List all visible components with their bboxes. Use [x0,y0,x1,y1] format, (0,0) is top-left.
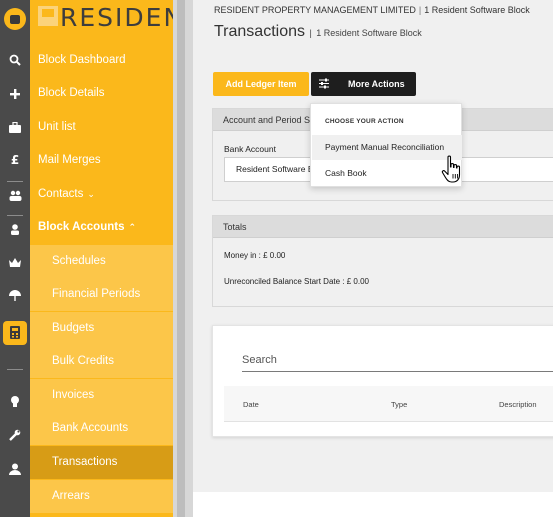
totals-heading: Totals [213,216,553,238]
briefcase-icon[interactable] [0,117,30,137]
sidebar-item-mail-merges[interactable]: Mail Merges [30,144,173,177]
sidebar-item-label: Bank Accounts [52,422,129,434]
search-input[interactable] [242,348,553,372]
more-actions-button[interactable]: More Actions [311,72,416,96]
people-icon[interactable] [0,185,30,205]
sidebar-item-block-dashboard[interactable]: Block Dashboard [30,44,173,77]
sidebar-item-label: Arrears [52,490,90,502]
bulb-icon[interactable] [0,391,30,411]
user-icon[interactable] [0,459,30,479]
sidebar-item-unit-list[interactable]: Unit list [30,111,173,144]
sidebar-item-label: Bulk Credits [52,355,114,367]
plus-icon[interactable] [0,84,30,104]
sidebar-item-bank-accounts[interactable]: Bank Accounts [30,412,173,445]
page-title-block: 1 Resident Software Block [316,28,422,38]
sidebar-item-contacts[interactable]: Contacts ⌄ [30,178,173,211]
rail-divider [7,215,23,216]
sidebar-item-budgets[interactable]: Budgets [30,312,173,345]
sidebar-item-transactions[interactable]: Transactions [30,446,173,479]
breadcrumb-divider: | [418,5,422,15]
sidebar-item-label: Block Details [38,87,105,99]
sidebar-scrollbar[interactable] [173,0,193,517]
more-actions-dropdown: CHOOSE YOUR ACTION Payment Manual Reconc… [310,103,462,187]
sidebar-item-block-accounts[interactable]: Block Accounts ⌃ [30,211,173,244]
pound-icon[interactable]: £ [0,150,30,170]
rail-divider [7,369,23,370]
sidebar: RESIDENT Block Dashboard Block Details U… [30,0,199,517]
icon-rail: £ [0,0,30,517]
search-icon[interactable] [0,50,30,70]
column-header-type[interactable]: Type [391,400,407,409]
dropdown-heading: CHOOSE YOUR ACTION [325,118,404,125]
sidebar-item-label: Contacts [38,188,84,200]
sidebar-item-schedules[interactable]: Schedules [30,245,173,278]
table-header: Date Type Description [224,386,553,422]
chevron-down-icon: ⌄ [87,189,95,199]
more-actions-label: More Actions [348,79,405,89]
person-badge-icon[interactable] [0,219,30,239]
logo-icon[interactable] [4,8,26,30]
sliders-icon [319,78,329,89]
sidebar-item-financial-periods[interactable]: Financial Periods [30,278,173,311]
brand-logo[interactable]: RESIDENT [30,0,199,36]
sidebar-item-label: Unit list [38,121,76,133]
sidebar-item-bulk-credits[interactable]: Bulk Credits [30,345,173,378]
money-in-value: Money in : £ 0.00 [224,251,286,260]
totals-panel: Totals Money in : £ 0.00 Unreconciled Ba… [212,215,553,307]
sidebar-item-block-details[interactable]: Block Details [30,77,173,110]
brand-mark-icon [38,6,58,26]
transactions-table-card: Date Type Description [212,325,553,437]
sidebar-item-label: Financial Periods [52,288,141,300]
breadcrumb-block[interactable]: 1 Resident Software Block [424,5,530,15]
page-title-divider: | [309,28,312,38]
wrench-icon[interactable] [0,425,30,445]
hand-cursor-icon [441,155,461,183]
sidebar-item-label: Mail Merges [38,154,101,166]
column-header-description[interactable]: Description [499,400,537,409]
rail-divider [7,181,23,182]
sidebar-item-label: Invoices [52,389,95,401]
menu-item-payment-manual-reconciliation[interactable]: Payment Manual Reconciliation [312,135,462,160]
main-content: RESIDENT PROPERTY MANAGEMENT LIMITED | 1 R… [193,0,553,517]
add-ledger-item-button[interactable]: Add Ledger Item [213,72,309,96]
breadcrumb: RESIDENT PROPERTY MANAGEMENT LIMITED | 1 R… [214,5,530,15]
umbrella-icon[interactable] [0,286,30,306]
calculator-icon[interactable] [3,321,27,345]
chevron-up-icon: ⌃ [128,222,137,232]
sidebar-item-label: Block Accounts [38,221,125,233]
sidebar-item-invoices[interactable]: Invoices [30,379,173,412]
page-footer [193,492,553,517]
breadcrumb-company[interactable]: RESIDENT PROPERTY MANAGEMENT LIMITED [214,5,416,15]
menu-item-cash-book[interactable]: Cash Book [312,161,462,186]
sidebar-item-label: Budgets [52,322,95,334]
sidebar-item-arrears[interactable]: Arrears [30,480,173,513]
sidebar-item-label: Block Dashboard [38,54,126,66]
crown-icon[interactable] [0,252,30,272]
page-title-text: Transactions [214,23,305,40]
bank-account-label: Bank Account [224,144,276,154]
sidebar-item-label: Transactions [52,456,118,468]
column-header-date[interactable]: Date [243,400,259,409]
page-title: Transactions | 1 Resident Software Block [214,23,422,41]
unreconciled-balance-value: Unreconciled Balance Start Date : £ 0.00 [224,277,369,286]
sidebar-item-label: Schedules [52,255,106,267]
